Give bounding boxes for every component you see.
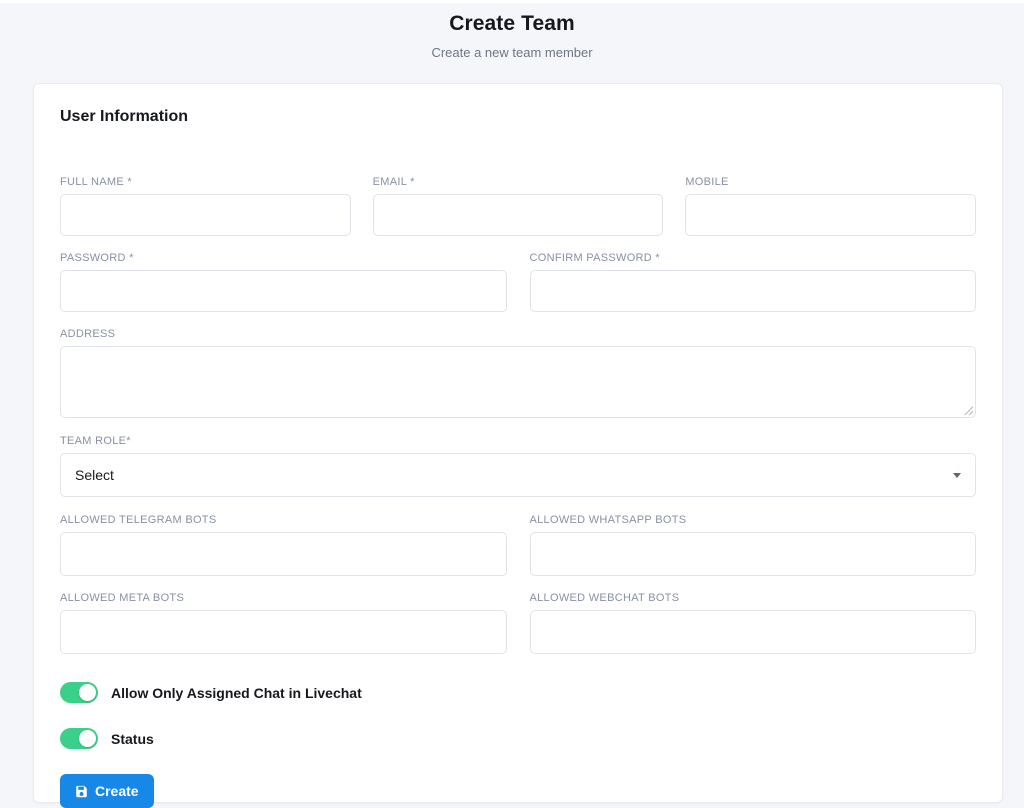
confirm-password-field-group: CONFIRM PASSWORD * — [530, 252, 977, 312]
address-textarea[interactable] — [60, 346, 976, 418]
confirm-password-input[interactable] — [530, 270, 977, 312]
allowed-whatsapp-bots-field-group: ALLOWED WHATSAPP BOTS — [530, 514, 977, 576]
allowed-telegram-bots-label: ALLOWED TELEGRAM BOTS — [60, 514, 507, 526]
status-toggle-row: Status — [60, 728, 976, 749]
mobile-label: MOBILE — [685, 176, 976, 188]
email-label: EMAIL * — [373, 176, 664, 188]
email-input[interactable] — [373, 194, 664, 236]
address-textarea-wrap — [60, 346, 976, 418]
status-toggle[interactable] — [60, 728, 98, 749]
mobile-field-group: MOBILE — [685, 176, 976, 236]
section-heading: User Information — [60, 108, 976, 126]
allowed-telegram-bots-field-group: ALLOWED TELEGRAM BOTS — [60, 514, 507, 576]
user-information-card: User Information FULL NAME * EMAIL * MOB… — [33, 83, 1003, 803]
page-title: Create Team — [0, 12, 1024, 36]
address-label: ADDRESS — [60, 328, 976, 340]
mobile-input[interactable] — [685, 194, 976, 236]
password-label: PASSWORD * — [60, 252, 507, 264]
allowed-webchat-bots-label: ALLOWED WEBCHAT BOTS — [530, 592, 977, 604]
create-button-label: Create — [95, 783, 139, 799]
allowed-telegram-bots-input[interactable] — [60, 532, 507, 576]
full-name-label: FULL NAME * — [60, 176, 351, 188]
team-role-selected-value: Select — [75, 467, 114, 483]
allowed-whatsapp-bots-input[interactable] — [530, 532, 977, 576]
create-button[interactable]: Create — [60, 774, 154, 808]
allowed-whatsapp-bots-label: ALLOWED WHATSAPP BOTS — [530, 514, 977, 526]
chevron-down-icon — [953, 473, 961, 478]
form-row-4: TEAM ROLE* Select — [60, 435, 976, 497]
assigned-chat-toggle[interactable] — [60, 682, 98, 703]
full-name-input[interactable] — [60, 194, 351, 236]
password-field-group: PASSWORD * — [60, 252, 507, 312]
assigned-chat-toggle-label: Allow Only Assigned Chat in Livechat — [111, 685, 362, 701]
email-field-group: EMAIL * — [373, 176, 664, 236]
confirm-password-label: CONFIRM PASSWORD * — [530, 252, 977, 264]
page-header: Create Team Create a new team member — [0, 3, 1024, 60]
status-toggle-label: Status — [111, 731, 154, 747]
save-icon — [75, 785, 88, 798]
form-row-5: ALLOWED TELEGRAM BOTS ALLOWED WHATSAPP B… — [60, 514, 976, 576]
page-subtitle: Create a new team member — [0, 45, 1024, 60]
team-role-select[interactable]: Select — [60, 453, 976, 497]
allowed-webchat-bots-input[interactable] — [530, 610, 977, 654]
full-name-field-group: FULL NAME * — [60, 176, 351, 236]
allowed-webchat-bots-field-group: ALLOWED WEBCHAT BOTS — [530, 592, 977, 654]
form-row-3: ADDRESS — [60, 328, 976, 418]
form-row-1: FULL NAME * EMAIL * MOBILE — [60, 176, 976, 236]
allowed-meta-bots-label: ALLOWED META BOTS — [60, 592, 507, 604]
form-row-6: ALLOWED META BOTS ALLOWED WEBCHAT BOTS — [60, 592, 976, 654]
allowed-meta-bots-field-group: ALLOWED META BOTS — [60, 592, 507, 654]
team-role-label: TEAM ROLE* — [60, 435, 976, 447]
password-input[interactable] — [60, 270, 507, 312]
form-row-2: PASSWORD * CONFIRM PASSWORD * — [60, 252, 976, 312]
assigned-chat-toggle-row: Allow Only Assigned Chat in Livechat — [60, 682, 976, 703]
allowed-meta-bots-input[interactable] — [60, 610, 507, 654]
